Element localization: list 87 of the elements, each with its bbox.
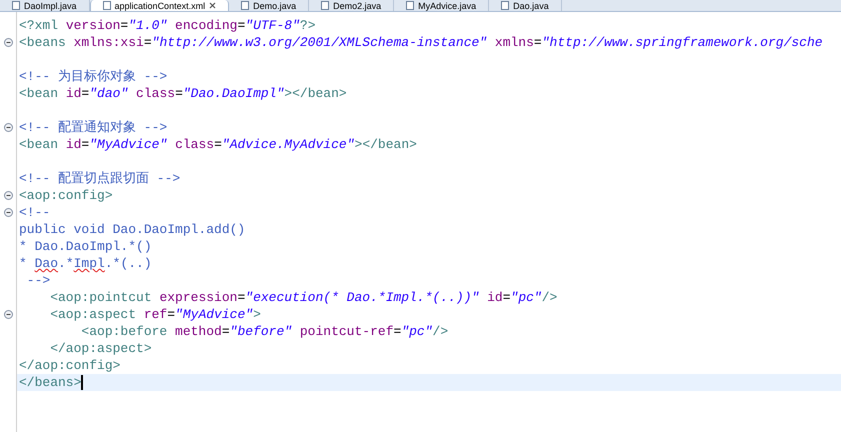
code-token: <aop:before: [80, 323, 168, 340]
code-token: id: [487, 289, 503, 306]
code-token: public void Dao.DaoImpl.add(): [19, 221, 246, 238]
code-token: encoding: [175, 17, 238, 34]
code-token: =: [502, 289, 511, 306]
code-token: =: [394, 323, 402, 340]
code-token: <beans: [19, 34, 67, 51]
code-token: ?>: [300, 17, 316, 34]
code-token: ></bean>: [284, 85, 347, 102]
text-cursor: [81, 375, 84, 390]
code-token: xmlns: [494, 34, 534, 51]
file-icon: [501, 1, 510, 10]
code-token: <aop:config>: [19, 187, 113, 204]
code-token: "execution(* Dao.*Impl.*(..))": [245, 289, 480, 306]
code-token: <!--: [19, 204, 50, 221]
collapse-icon[interactable]: [4, 38, 12, 47]
code-token: Dao: [34, 255, 58, 272]
code-token: id: [66, 85, 82, 102]
code-token: Impl: [74, 255, 105, 272]
code-token: "Advice.MyAdvice": [222, 136, 355, 153]
code-token: "1.0": [128, 17, 168, 34]
editor-tab[interactable]: Demo.java: [229, 0, 310, 11]
code-token: "Dao.DaoImpl": [182, 85, 284, 102]
close-icon[interactable]: [209, 2, 216, 9]
code-token: </beans>: [19, 374, 82, 391]
code-token: "http://www.springframework.org/sche: [542, 34, 823, 51]
code-token: />: [432, 323, 448, 340]
editor-tab[interactable]: MyAdvice.java: [394, 0, 490, 11]
code-token: "dao": [89, 85, 130, 102]
code-token: =: [167, 306, 176, 323]
code-token: id: [66, 136, 82, 153]
collapse-icon[interactable]: [4, 310, 12, 319]
code-token: =: [144, 34, 152, 51]
code-token: * Dao.DaoImpl.*(): [19, 238, 152, 255]
code-token: "pc": [510, 289, 542, 306]
code-token: "MyAdvice": [175, 306, 254, 323]
code-token: "MyAdvice": [89, 136, 168, 153]
code-token: <!-- 为目标你对象 -->: [19, 68, 168, 85]
file-icon: [241, 1, 250, 10]
code-token: <aop:aspect: [49, 306, 138, 323]
code-token: =: [81, 136, 90, 153]
editor-tab[interactable]: applicationContext.xml: [90, 0, 230, 11]
code-token: -->: [26, 272, 50, 289]
collapse-icon[interactable]: [4, 191, 12, 200]
code-token: "pc": [401, 323, 433, 340]
file-icon: [12, 1, 20, 10]
file-icon: [406, 1, 414, 10]
code-token: =: [81, 85, 90, 102]
editor-tab[interactable]: Dao.java: [489, 0, 562, 11]
code-token: =: [175, 85, 183, 102]
code-token: .*: [58, 255, 74, 272]
code-token: =: [237, 17, 246, 34]
code-token: "http://www.w3.org/2001/XMLSchema-instance": [152, 34, 488, 51]
code-token: ref: [144, 306, 168, 323]
collapse-icon[interactable]: [4, 123, 12, 132]
code-token: .*(..): [104, 255, 152, 272]
code-token: class: [136, 85, 176, 102]
editor-tab[interactable]: Demo2.java: [309, 0, 394, 11]
code-token: =: [120, 17, 128, 34]
code-token: =: [237, 289, 246, 306]
code-token: <!-- 配置切点跟切面 -->: [19, 170, 180, 187]
code-token: <aop:pointcut: [49, 289, 153, 306]
collapse-icon[interactable]: [4, 208, 12, 217]
file-icon: [321, 1, 330, 10]
code-token: class: [175, 136, 214, 153]
code-token: =: [534, 34, 542, 51]
editor-tab[interactable]: DaoImpl.java: [0, 0, 90, 11]
code-token: *: [19, 255, 28, 272]
code-token: "before": [230, 323, 294, 340]
code-token: </aop:aspect>: [49, 340, 152, 357]
code-token: <bean: [19, 136, 60, 153]
code-token: xmlns:xsi: [74, 34, 144, 51]
code-token: <!-- 配置通知对象 -->: [19, 119, 168, 136]
code-token: pointcut-ref: [300, 323, 394, 340]
code-token: method: [175, 323, 222, 340]
code-token: =: [214, 136, 222, 153]
code-token: >: [253, 306, 261, 323]
code-token: version: [66, 17, 120, 34]
code-token: ></bean>: [354, 136, 417, 153]
code-token: />: [542, 289, 558, 306]
code-token: =: [222, 323, 230, 340]
code-token: <bean: [19, 85, 60, 102]
code-token: </aop:config>: [19, 357, 120, 374]
code-token: <?xml: [19, 17, 60, 34]
code-token: "UTF-8": [245, 17, 300, 34]
code-token: expression: [159, 289, 238, 306]
file-icon: [102, 1, 111, 10]
